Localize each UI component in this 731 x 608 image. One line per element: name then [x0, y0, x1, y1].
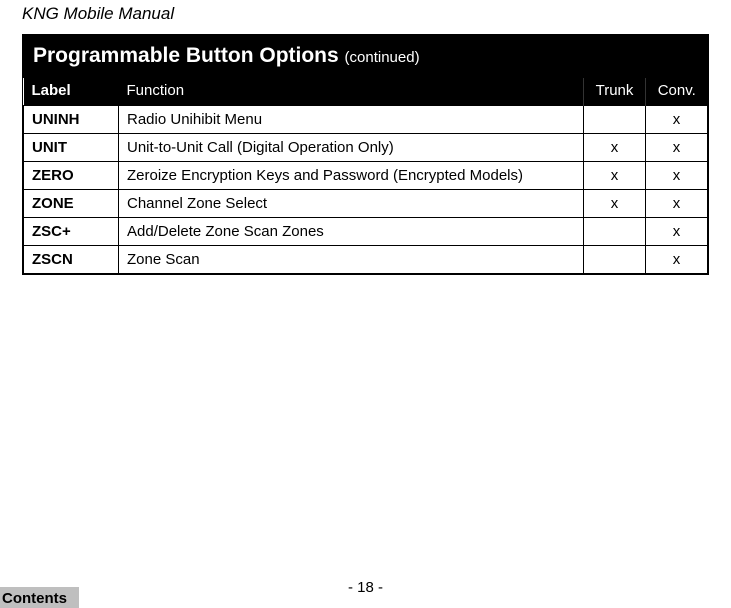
cell-label: UNIT	[24, 134, 119, 162]
cell-conv: x	[646, 134, 708, 162]
cell-trunk: x	[584, 134, 646, 162]
table-title-suffix: (continued)	[345, 49, 420, 66]
cell-label: ZSCN	[24, 246, 119, 274]
options-table-container: Programmable Button Options (continued) …	[22, 34, 709, 275]
cell-function: Radio Unihibit Menu	[119, 106, 584, 134]
table-header-row: Label Function Trunk Conv.	[24, 78, 708, 106]
cell-function: Zone Scan	[119, 246, 584, 274]
options-table: Label Function Trunk Conv. UNINH Radio U…	[23, 78, 708, 274]
col-header-label: Label	[24, 78, 119, 106]
table-title-row: Programmable Button Options (continued)	[23, 34, 708, 78]
cell-conv: x	[646, 190, 708, 218]
cell-trunk	[584, 218, 646, 246]
cell-trunk	[584, 246, 646, 274]
cell-trunk: x	[584, 190, 646, 218]
contents-button[interactable]: Contents	[0, 587, 79, 608]
cell-trunk	[584, 106, 646, 134]
col-header-function: Function	[119, 78, 584, 106]
cell-trunk: x	[584, 162, 646, 190]
table-row: UNINH Radio Unihibit Menu x	[24, 106, 708, 134]
cell-conv: x	[646, 106, 708, 134]
cell-function: Unit-to-Unit Call (Digital Operation Onl…	[119, 134, 584, 162]
cell-conv: x	[646, 246, 708, 274]
cell-function: Zeroize Encryption Keys and Password (En…	[119, 162, 584, 190]
cell-label: ZERO	[24, 162, 119, 190]
col-header-trunk: Trunk	[584, 78, 646, 106]
table-row: ZSCN Zone Scan x	[24, 246, 708, 274]
table-row: UNIT Unit-to-Unit Call (Digital Operatio…	[24, 134, 708, 162]
col-header-conv: Conv.	[646, 78, 708, 106]
table-title: Programmable Button Options	[33, 44, 339, 67]
page-number: - 18 -	[0, 579, 731, 596]
cell-conv: x	[646, 162, 708, 190]
table-row: ZSC+ Add/Delete Zone Scan Zones x	[24, 218, 708, 246]
cell-function: Channel Zone Select	[119, 190, 584, 218]
cell-conv: x	[646, 218, 708, 246]
table-row: ZONE Channel Zone Select x x	[24, 190, 708, 218]
cell-function: Add/Delete Zone Scan Zones	[119, 218, 584, 246]
cell-label: ZONE	[24, 190, 119, 218]
cell-label: UNINH	[24, 106, 119, 134]
document-header-title: KNG Mobile Manual	[0, 0, 731, 34]
cell-label: ZSC+	[24, 218, 119, 246]
table-row: ZERO Zeroize Encryption Keys and Passwor…	[24, 162, 708, 190]
